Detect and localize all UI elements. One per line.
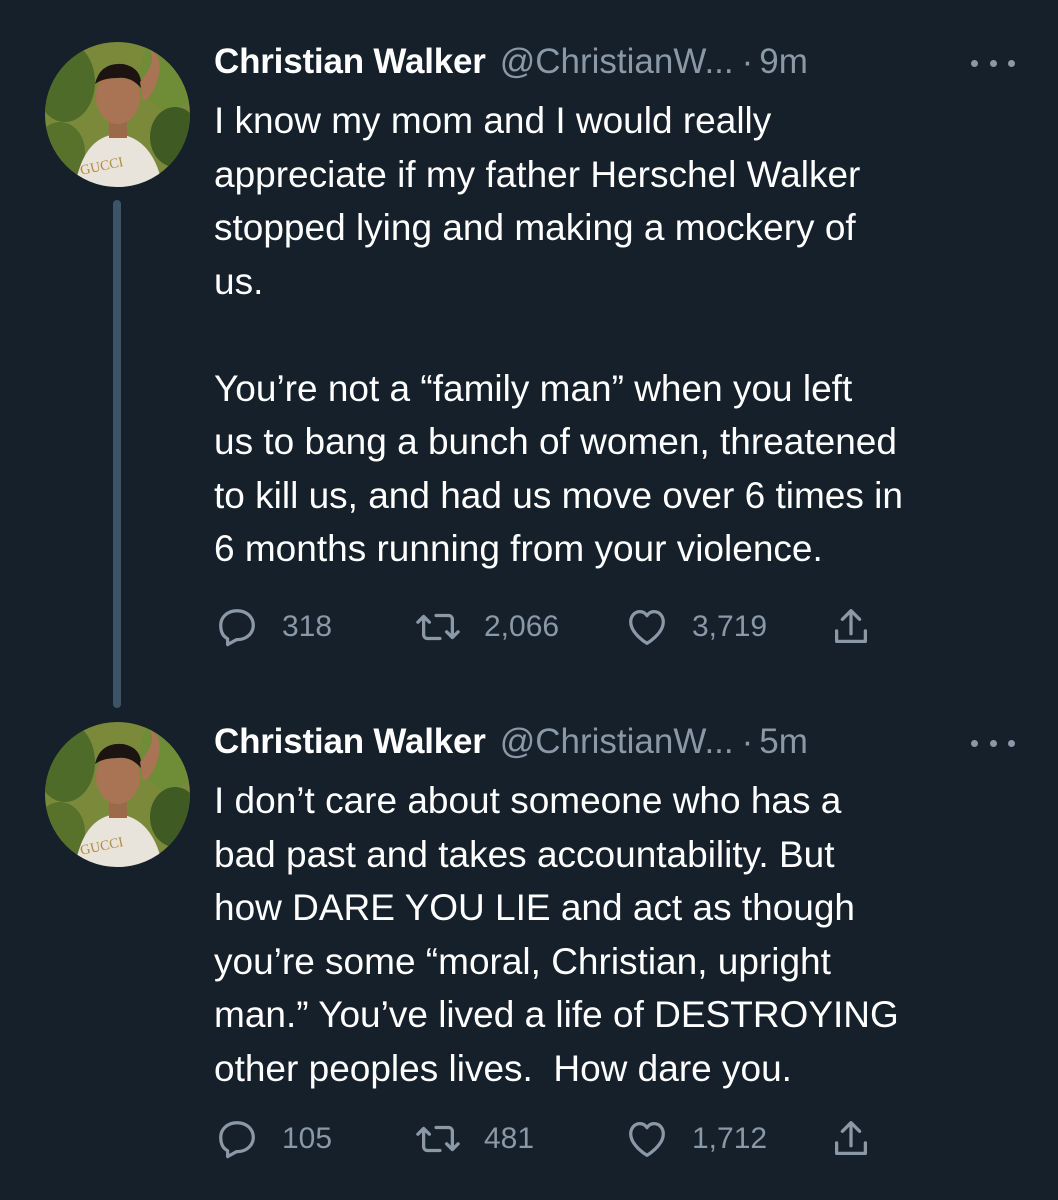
like-count: 3,719	[692, 610, 768, 643]
retweet-count: 2,066	[484, 610, 560, 643]
share-button[interactable]	[828, 1114, 874, 1164]
avatar-photo: GUCCI	[45, 722, 190, 867]
share-icon	[834, 609, 868, 644]
share-icon	[834, 1121, 868, 1156]
retweet-button[interactable]: 481	[414, 1114, 534, 1164]
timestamp[interactable]: 9m	[759, 42, 808, 82]
reply-button[interactable]: 105	[214, 1114, 332, 1164]
reply-icon	[219, 1121, 255, 1159]
tweet-header: Christian Walker @ChristianW... · 9m	[214, 42, 1014, 92]
retweet-icon	[416, 1125, 460, 1153]
more-icon[interactable]	[971, 728, 1015, 758]
tweet-header: Christian Walker @ChristianW... · 5m	[214, 722, 1014, 772]
separator-dot: ·	[741, 722, 754, 761]
reply-count: 105	[282, 1122, 333, 1155]
tweet-text: I don’t care about someone who has a bad…	[214, 780, 899, 1089]
author-name[interactable]: Christian Walker	[214, 42, 486, 82]
thread-line	[113, 200, 121, 708]
share-button[interactable]	[828, 602, 874, 652]
avatar[interactable]: GUCCI	[45, 722, 190, 867]
avatar[interactable]: GUCCI	[45, 42, 190, 187]
retweet-count: 481	[484, 1122, 535, 1155]
reply-count: 318	[282, 610, 333, 643]
more-icon[interactable]	[971, 48, 1015, 78]
like-button[interactable]: 1,712	[624, 1114, 767, 1164]
tweet-text: I know my mom and I would really appreci…	[214, 100, 903, 569]
avatar-photo: GUCCI	[45, 42, 190, 187]
retweet-button[interactable]: 2,066	[414, 602, 559, 652]
tweet-content: Christian Walker @ChristianW... · 5m I d…	[214, 722, 1015, 1159]
timestamp[interactable]: 5m	[759, 722, 808, 762]
like-count: 1,712	[692, 1122, 768, 1155]
retweet-icon	[416, 613, 460, 641]
separator-dot: ·	[741, 42, 754, 81]
tweet-content: Christian Walker @ChristianW... · 9m I k…	[214, 42, 1015, 647]
reply-button[interactable]: 318	[214, 602, 332, 652]
reply-icon	[219, 609, 255, 647]
timeline: GUCCI Christian Walker @ChristianW... · …	[0, 0, 1058, 1200]
author-handle[interactable]: @ChristianW...	[500, 722, 734, 762]
author-handle[interactable]: @ChristianW...	[500, 42, 734, 82]
like-button[interactable]: 3,719	[624, 602, 767, 652]
like-icon	[629, 1122, 665, 1157]
like-icon	[629, 610, 665, 645]
author-name[interactable]: Christian Walker	[214, 722, 486, 762]
